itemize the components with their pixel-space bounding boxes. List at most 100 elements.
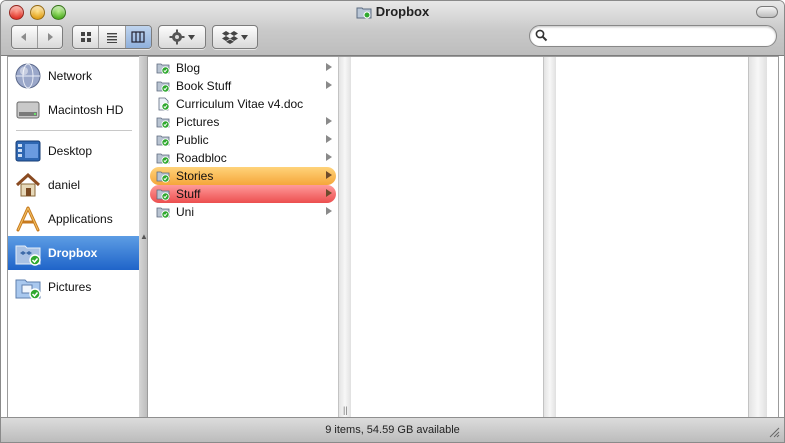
sidebar-item-label: daniel [48,178,81,192]
synced-folder-icon [156,171,170,183]
list-item[interactable]: Book Stuff [150,77,336,95]
status-bar: 9 items, 54.59 GB available [1,417,784,442]
list-item[interactable]: Curriculum Vitae v4.doc [150,95,336,113]
list-view-button[interactable] [99,26,126,48]
action-menu-button[interactable] [158,25,206,49]
view-mode-buttons [72,25,152,49]
dropbox-menu-inner [213,26,257,48]
finder-window: Dropbox Network Macintosh HD Desktop dan… [0,0,785,443]
chevron-down-icon [188,34,195,40]
gear-icon [169,29,185,45]
synced-folder-icon [156,207,170,219]
back-button[interactable] [12,26,38,48]
disclosure-arrow-icon [326,117,332,125]
column-2 [351,57,544,417]
network-globe-icon [15,63,41,89]
disclosure-arrow-icon [326,81,332,89]
column-1-scrollbar[interactable] [338,57,351,417]
sidebar-item-macintosh-hd[interactable]: Macintosh HD [8,93,140,127]
sidebar-item-label: Network [48,69,93,83]
icon-view-icon [80,32,91,42]
window-title: Dropbox [375,4,430,19]
list-item[interactable]: Uni [150,203,336,221]
sidebar-item-label: Macintosh HD [48,103,124,117]
chevron-down-icon [241,34,248,40]
sidebar-splitter[interactable]: ▲ [139,56,148,418]
list-item[interactable]: Public [150,131,336,149]
toolbar: Dropbox [1,1,784,56]
column-1-list: Blog Book Stuff Curriculum Vitae v4.doc Pic… [148,59,338,221]
sidebar-divider [16,130,132,131]
forward-arrow-icon [47,33,53,41]
applications-icon [16,206,40,232]
sidebar-item-applications[interactable]: Applications [8,202,140,236]
column-3 [556,57,749,417]
list-item[interactable]: Stuff [150,185,336,203]
sidebar-item-label: Desktop [48,144,93,158]
desktop-icon [15,140,41,162]
list-view-icon [106,33,117,43]
resize-grip-icon[interactable] [768,426,780,438]
dropbox-icon [222,31,238,44]
toolbar-toggle-button[interactable] [756,6,778,18]
synced-folder-icon [156,81,170,93]
forward-button[interactable] [38,26,63,48]
back-arrow-icon [21,33,27,41]
sidebar-item-desktop[interactable]: Desktop [8,134,140,168]
sidebar-item-label: Dropbox [48,246,98,260]
disclosure-arrow-icon [326,135,332,143]
list-item-label: Stories [176,169,214,183]
list-item-label: Stuff [176,187,201,201]
window-title-area: Dropbox [1,4,784,19]
home-icon [15,172,41,197]
list-item-label: Book Stuff [176,79,232,93]
dropbox-folder-icon [15,245,41,266]
list-item[interactable]: Pictures [150,113,336,131]
sidebar-item-dropbox[interactable]: Dropbox [8,236,140,270]
column-resize-handle[interactable]: || [343,405,348,415]
sidebar-item-network[interactable]: Network [8,59,140,93]
synced-folder-icon [156,189,170,201]
list-item[interactable]: Stories [150,167,336,185]
list-item-label: Pictures [176,115,220,129]
search-field[interactable] [529,25,777,47]
search-icon [535,29,548,42]
list-item-label: Roadbloc [176,151,227,165]
sidebar-item-pictures[interactable]: Pictures [8,270,140,304]
list-item[interactable]: Roadbloc [150,149,336,167]
sidebar-item-daniel[interactable]: daniel [8,168,140,202]
navigation-buttons [11,25,63,49]
dropbox-menu-button[interactable] [212,25,258,49]
status-text: 9 items, 54.59 GB available [325,424,460,436]
list-item-label: Blog [176,61,201,75]
column-view-icon [131,31,145,43]
synced-folder-icon [156,135,170,147]
sidebar: Network Macintosh HD Desktop daniel Appl… [7,56,141,420]
list-item[interactable]: Blog [150,59,336,77]
column-browser: Blog Book Stuff Curriculum Vitae v4.doc Pic… [147,56,779,418]
disclosure-arrow-icon [326,189,332,197]
disclosure-arrow-icon [326,63,332,71]
action-menu-inner [159,26,205,48]
synced-folder-icon [156,153,170,165]
sidebar-item-label: Applications [48,212,113,226]
list-item-label: Public [176,133,209,147]
sidebar-item-label: Pictures [48,280,92,294]
dropbox-folder-icon [356,7,372,18]
column-2-scrollbar[interactable] [543,57,556,417]
list-item-label: Uni [176,205,195,219]
column-1: Blog Book Stuff Curriculum Vitae v4.doc Pic… [148,57,339,417]
disclosure-arrow-icon [326,171,332,179]
column-view-button[interactable] [125,26,151,48]
column-3-scrollbar[interactable] [748,57,767,417]
disclosure-arrow-icon [326,207,332,215]
synced-folder-icon [156,63,170,75]
hard-drive-icon [16,101,40,119]
list-item-label: Curriculum Vitae v4.doc [176,97,304,111]
search-input[interactable] [550,27,770,45]
synced-folder-icon [156,117,170,129]
icon-view-button[interactable] [73,26,100,48]
pictures-folder-icon [15,279,41,300]
synced-document-icon [158,97,170,111]
disclosure-arrow-icon [326,153,332,161]
